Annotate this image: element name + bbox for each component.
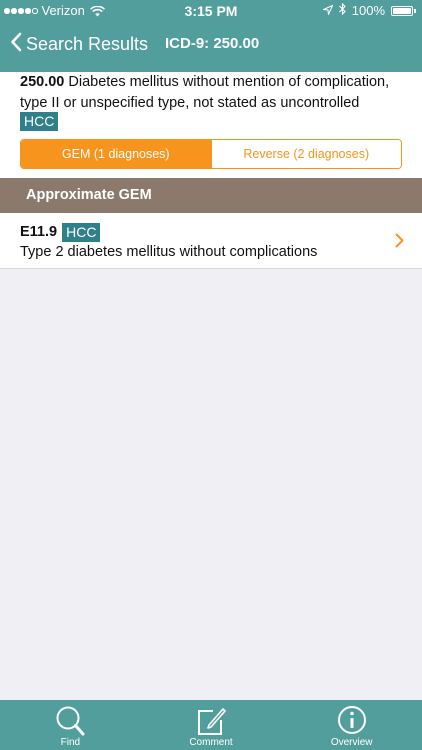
code-detail-panel: 250.00 Diabetes mellitus without mention… [0,72,422,178]
page-title: ICD-9: 250.00 [165,35,260,52]
tab-find[interactable]: Find [0,700,141,750]
list-item[interactable]: E11.9 HCC Type 2 diabetes mellitus witho… [0,213,422,269]
tab-comment[interactable]: Comment [141,700,282,750]
status-right: 100% [321,0,416,22]
chevron-left-icon [10,32,22,57]
hcc-badge: HCC [20,112,59,131]
segment-gem[interactable]: GEM (1 diagnoses) [21,140,211,168]
bluetooth-icon [338,0,346,22]
tab-label: Comment [189,737,233,748]
icd9-code: 250.00 [20,74,65,90]
tab-overview[interactable]: Overview [281,700,422,750]
mapping-segmented-control: GEM (1 diagnoses) Reverse (2 diagnoses) [20,139,402,169]
app-header: Verizon 3:15 PM 100% Search Results ICD-… [0,0,422,72]
icd10-description: Type 2 diabetes mellitus without complic… [20,244,318,260]
navigation-bar: Search Results ICD-9: 250.00 [0,22,422,66]
status-bar: Verizon 3:15 PM 100% [0,0,422,22]
tab-bar: Find Comment Overview [0,700,422,750]
back-button[interactable]: Search Results [10,22,148,66]
location-icon [321,0,334,22]
result-code-line: E11.9 HCC [20,222,101,242]
back-label: Search Results [26,33,149,54]
code-description: 250.00 Diabetes mellitus without mention… [20,72,412,114]
hcc-badge: HCC [62,222,101,242]
tab-label: Find [60,737,81,748]
icd10-code: E11.9 [20,224,58,240]
chevron-right-icon [395,233,404,253]
section-header: Approximate GEM [0,178,422,213]
icd9-description: Diabetes mellitus without mention of com… [20,74,390,111]
battery-percent: 100% [351,3,385,18]
detail-hcc-wrapper: HCC [20,112,59,131]
tab-label: Overview [330,737,373,748]
segment-reverse[interactable]: Reverse (2 diagnoses) [210,140,401,168]
battery-icon [391,6,416,16]
